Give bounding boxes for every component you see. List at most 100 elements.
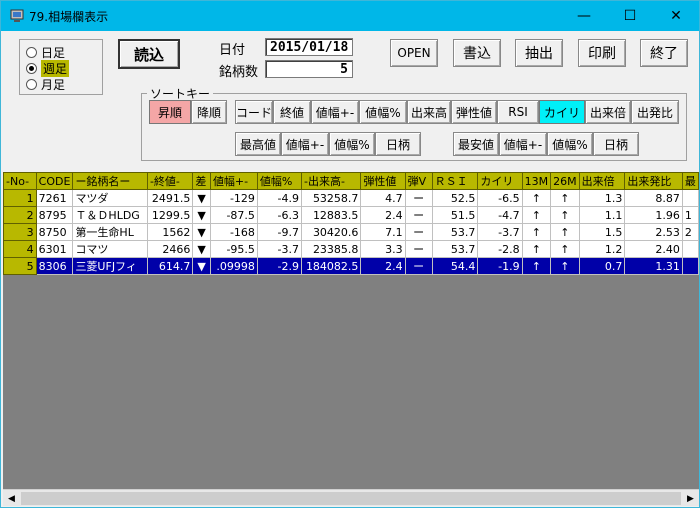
table-cell[interactable]: 1.2	[578, 240, 626, 258]
table-cell[interactable]: 2.4	[360, 257, 406, 275]
table-cell[interactable]: 614.7	[146, 257, 194, 275]
table-cell[interactable]: 0.7	[578, 257, 626, 275]
radio-weekly[interactable]: 週足	[26, 59, 70, 77]
print-button[interactable]: 印刷	[578, 39, 626, 67]
table-cell[interactable]: ー	[404, 206, 433, 224]
column-header[interactable]: -出来高-	[300, 172, 362, 190]
sort-key-volume-ratio[interactable]: 出来倍	[585, 100, 631, 124]
title-bar[interactable]: 79.相場欄表示 — ☐ ✕	[1, 1, 699, 31]
sort-key-high[interactable]: 最高値	[235, 132, 281, 156]
table-cell[interactable]: 1.96	[624, 206, 683, 224]
table-cell[interactable]: -9.7	[256, 223, 303, 241]
row-number-cell[interactable]: 1	[3, 189, 37, 207]
column-header[interactable]: 値幅%	[256, 172, 303, 190]
table-cell[interactable]: 8306	[35, 257, 74, 275]
column-header[interactable]: -終値-	[146, 172, 194, 190]
table-cell[interactable]: 2491.5	[146, 189, 194, 207]
sort-key-low-change[interactable]: 値幅+-	[499, 132, 547, 156]
table-cell[interactable]: -3.7	[256, 240, 303, 258]
close-button[interactable]: ✕	[653, 1, 699, 31]
sort-key-low-days[interactable]: 日柄	[593, 132, 639, 156]
sort-key-high-change-pct[interactable]: 値幅%	[329, 132, 375, 156]
load-button[interactable]: 読込	[118, 39, 180, 69]
sort-key-low-change-pct[interactable]: 値幅%	[547, 132, 593, 156]
row-number-cell[interactable]: 3	[3, 223, 37, 241]
column-header[interactable]: 13M	[521, 172, 552, 190]
table-cell[interactable]: マツダ	[72, 189, 148, 207]
sort-key-volume[interactable]: 出来高	[407, 100, 451, 124]
table-cell[interactable]: ↑	[550, 189, 580, 207]
table-cell[interactable]: ↑	[550, 257, 580, 275]
maximize-button[interactable]: ☐	[607, 1, 653, 31]
sort-key-code[interactable]: コード	[235, 100, 273, 124]
column-header[interactable]: ー銘柄名ー	[72, 172, 148, 190]
column-header[interactable]: 弾V	[404, 172, 433, 190]
table-cell[interactable]: 30420.6	[300, 223, 362, 241]
sort-key-elasticity[interactable]: 弾性値	[451, 100, 497, 124]
table-cell[interactable]: 1.1	[578, 206, 626, 224]
table-row[interactable]: 1 7261 マツダ 2491.5 ▼ -129 -4.9 53258.7 4.7 ー 52.5 -6…	[3, 189, 699, 207]
column-header[interactable]: 出来倍	[578, 172, 626, 190]
table-cell[interactable]: ▼	[192, 257, 211, 275]
table-cell[interactable]: コマツ	[72, 240, 148, 258]
table-cell[interactable]: ↑	[550, 240, 580, 258]
row-number-cell[interactable]: 5	[3, 257, 37, 275]
table-cell[interactable]: ↑	[521, 257, 552, 275]
table-cell[interactable]: 23385.8	[300, 240, 362, 258]
table-cell[interactable]: ー	[404, 240, 433, 258]
row-number-cell[interactable]: 4	[3, 240, 37, 258]
table-cell[interactable]: ↑	[550, 206, 580, 224]
table-cell[interactable]: -95.5	[209, 240, 258, 258]
sort-key-change[interactable]: 値幅+-	[311, 100, 359, 124]
table-cell[interactable]: 52.5	[431, 189, 479, 207]
sort-key-change-pct[interactable]: 値幅%	[359, 100, 407, 124]
table-cell[interactable]: -4.9	[256, 189, 303, 207]
table-cell[interactable]: ↑	[521, 189, 552, 207]
table-row[interactable]: 2 8795 Ｔ＆ＤHLDG 1299.5 ▼ -87.5 -6.3 12883.5 2.4 ー 5…	[3, 206, 699, 224]
table-cell[interactable]: 2.40	[624, 240, 683, 258]
sort-desc-button[interactable]: 降順	[191, 100, 227, 124]
scroll-right-arrow-icon[interactable]: ▶	[682, 490, 699, 507]
sort-key-rsi[interactable]: RSI	[497, 100, 539, 124]
sort-key-close[interactable]: 終値	[273, 100, 311, 124]
table-row[interactable]: 3 8750 第一生命HL 1562 ▼ -168 -9.7 30420.6 7.1 ー 53.7-…	[3, 223, 699, 241]
sort-key-high-days[interactable]: 日柄	[375, 132, 421, 156]
table-cell[interactable]: 2466	[146, 240, 194, 258]
table-cell[interactable]: -168	[209, 223, 258, 241]
table-cell[interactable]: 7.1	[360, 223, 406, 241]
exit-button[interactable]: 終了	[640, 39, 688, 67]
table-cell[interactable]: 7261	[35, 189, 74, 207]
minimize-button[interactable]: —	[561, 1, 607, 31]
table-cell[interactable]: -2.8	[477, 240, 523, 258]
table-cell[interactable]: 6301	[35, 240, 74, 258]
column-header[interactable]: CODE	[35, 172, 74, 190]
column-header[interactable]: カイリ	[477, 172, 523, 190]
date-field[interactable]: 2015/01/18	[265, 38, 353, 56]
table-cell[interactable]: -4.7	[477, 206, 523, 224]
table-cell[interactable]: 第一生命HL	[72, 223, 148, 241]
radio-daily[interactable]: 日足	[26, 44, 65, 60]
row-number-cell[interactable]: 2	[3, 206, 37, 224]
table-cell[interactable]	[681, 257, 699, 275]
sort-key-low[interactable]: 最安値	[453, 132, 499, 156]
scrollbar-thumb[interactable]	[21, 492, 681, 505]
column-header[interactable]: 値幅+-	[209, 172, 258, 190]
table-cell[interactable]: -6.3	[256, 206, 303, 224]
table-cell[interactable]: 184082.5	[300, 257, 362, 275]
scroll-left-arrow-icon[interactable]: ◀	[3, 490, 20, 507]
quote-grid[interactable]: -No- CODE ー銘柄名ー -終値- 差値幅+- 値幅% -出来高- 弾性値 弾V ＲＳＩ カイ…	[3, 172, 699, 489]
table-cell[interactable]: 53258.7	[300, 189, 362, 207]
write-button[interactable]: 書込	[453, 39, 501, 67]
table-cell[interactable]: 1562	[146, 223, 194, 241]
extract-button[interactable]: 抽出	[515, 39, 563, 67]
table-cell[interactable]: ↑	[521, 240, 552, 258]
sort-key-high-change[interactable]: 値幅+-	[281, 132, 329, 156]
table-cell[interactable]: 8.87	[624, 189, 683, 207]
table-cell[interactable]: -87.5	[209, 206, 258, 224]
table-cell[interactable]: 三菱UFJフィ	[72, 257, 148, 275]
radio-monthly[interactable]: 月足	[26, 76, 65, 92]
table-cell[interactable]	[681, 189, 699, 207]
open-button[interactable]: OPEN	[390, 39, 438, 67]
table-cell[interactable]: ▼	[192, 206, 211, 224]
horizontal-scrollbar[interactable]: ◀ ▶	[3, 489, 699, 506]
